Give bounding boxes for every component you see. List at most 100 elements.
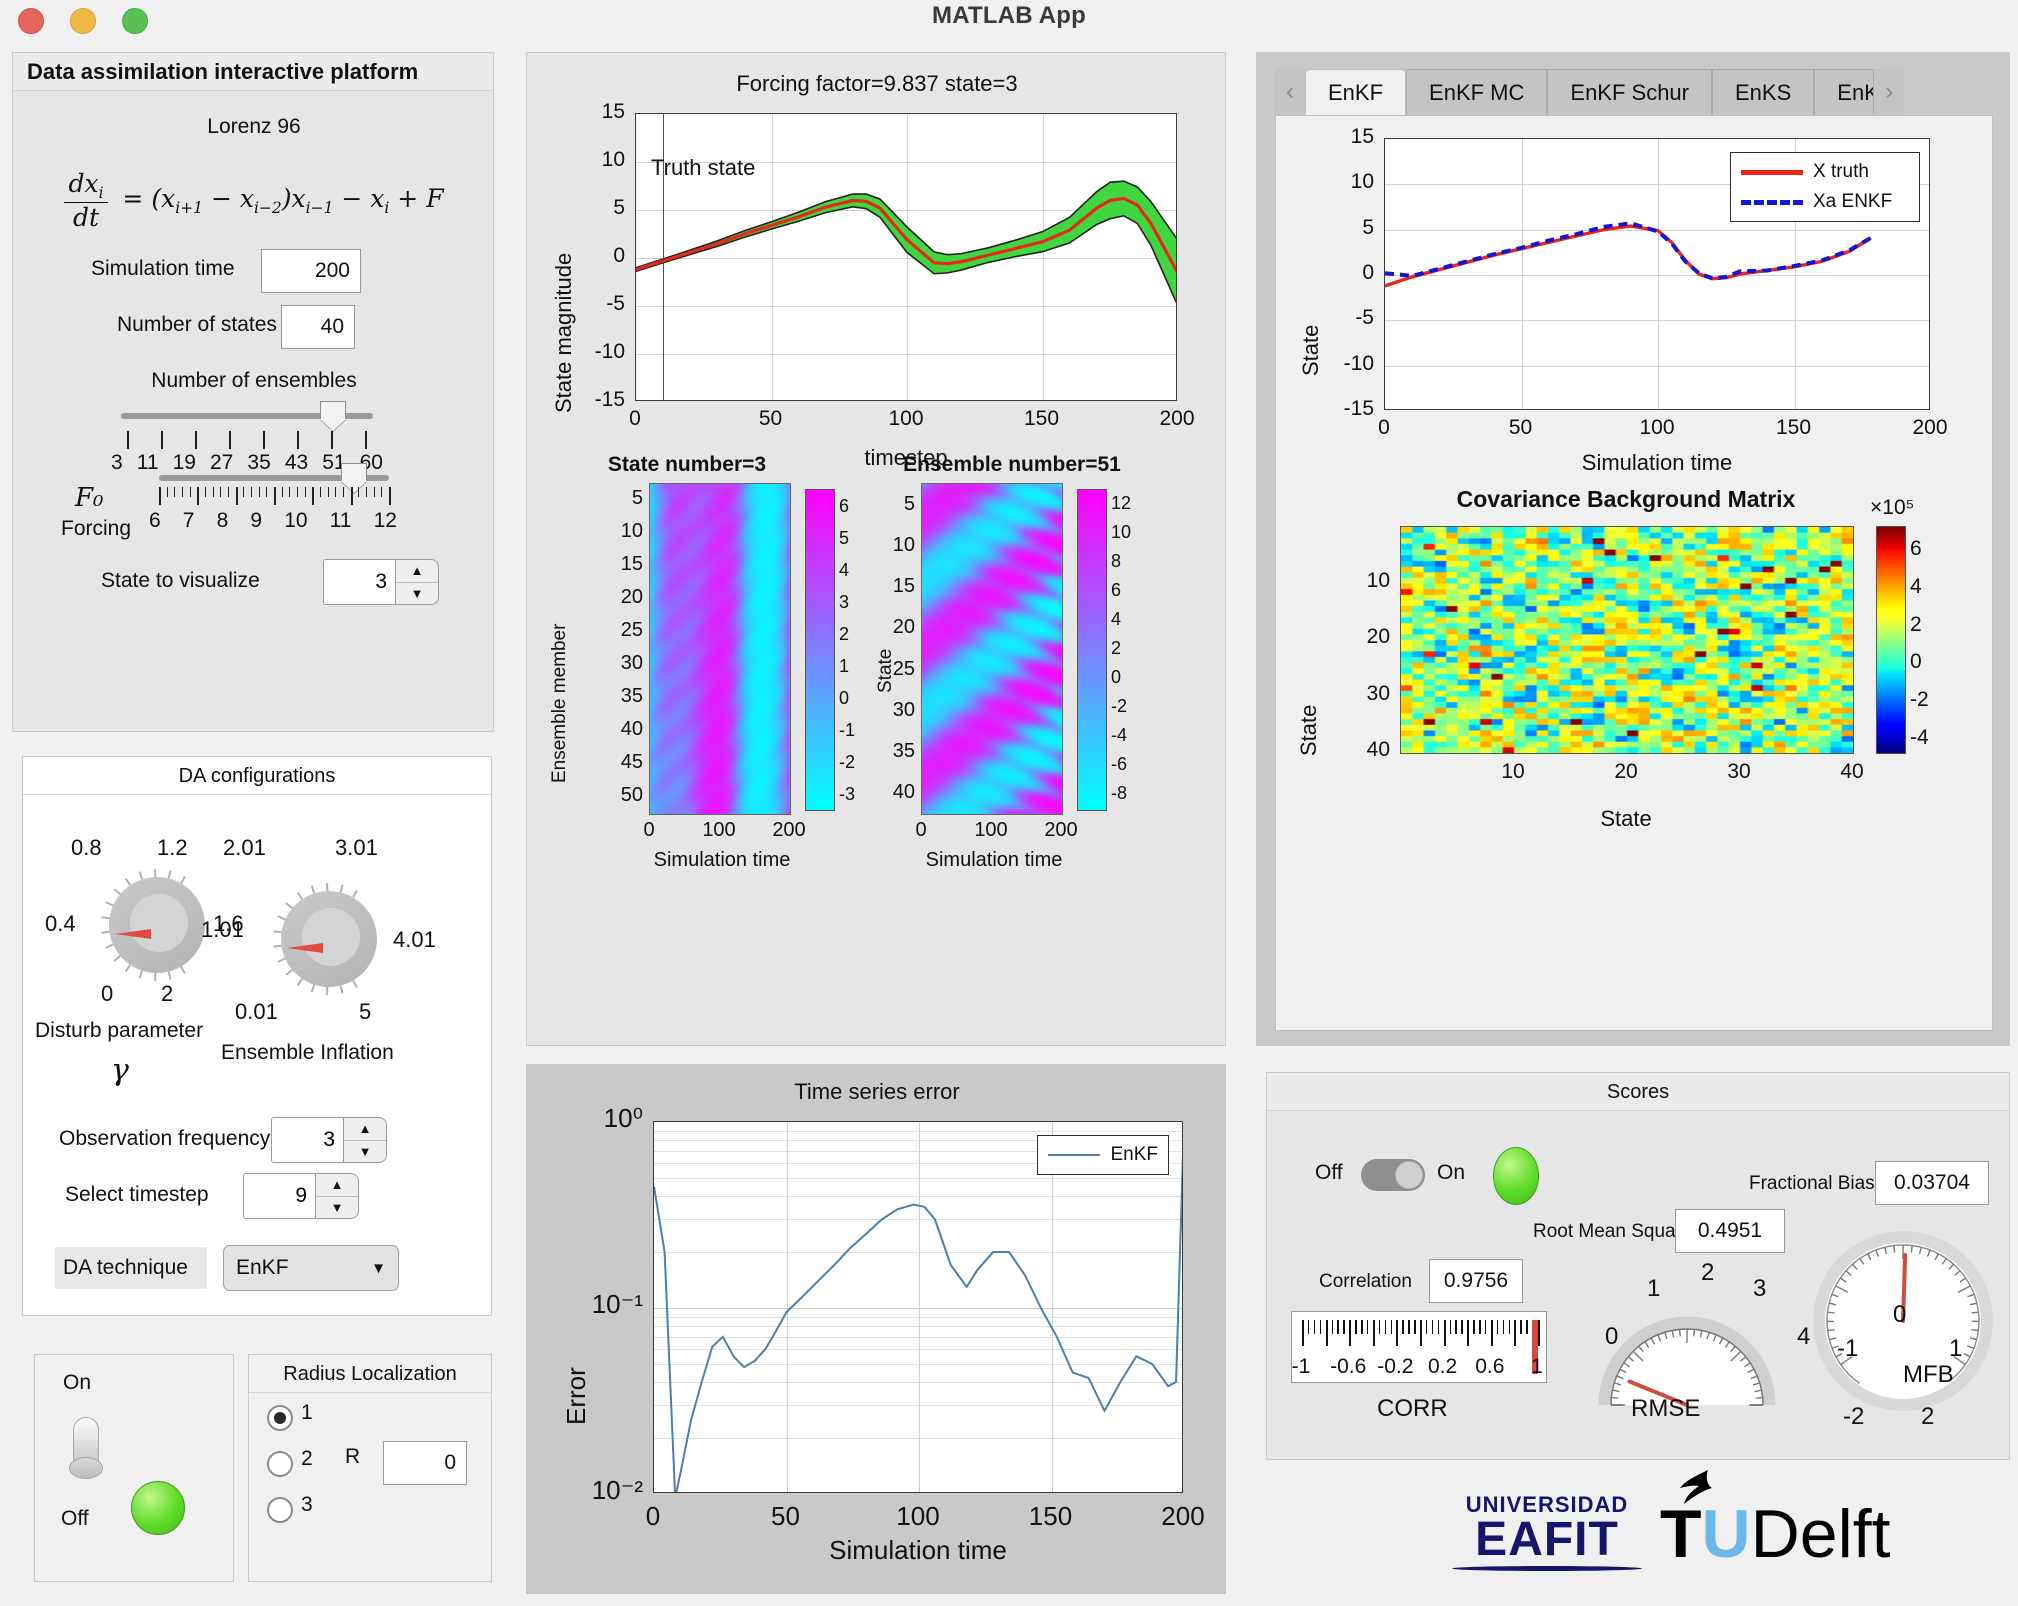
error-chart-ylabel: Error bbox=[561, 1367, 591, 1425]
radius-localization-panel: Radius Localization 1 2 3 R 0 bbox=[248, 1354, 492, 1582]
power-toggle-switch[interactable] bbox=[69, 1417, 103, 1487]
ensembles-slider-knob[interactable] bbox=[320, 401, 346, 431]
enkf-legend-truth-label: X truth bbox=[1813, 161, 1869, 182]
state-to-visualize-label: State to visualize bbox=[101, 569, 260, 592]
inflation-tick-4.01: 4.01 bbox=[393, 927, 436, 952]
da-technique-value: EnKF bbox=[236, 1256, 289, 1279]
select-timestep-decrement-icon[interactable]: ▼ bbox=[316, 1197, 358, 1219]
truth-chart-annotation: Truth state bbox=[651, 155, 756, 180]
simulation-time-input[interactable]: 200 bbox=[261, 249, 361, 293]
ensemble-inflation-knob[interactable] bbox=[273, 882, 377, 996]
forcing-tick-5: 11 bbox=[329, 509, 352, 532]
radius-r-input[interactable]: 0 bbox=[383, 1441, 467, 1485]
radius-radio-2[interactable] bbox=[267, 1451, 293, 1477]
enkf-legend-analysis-line-icon bbox=[1741, 199, 1803, 205]
app-title: MATLAB App bbox=[932, 2, 1086, 29]
observation-frequency-label: Observation frequency bbox=[59, 1127, 271, 1150]
fractional-bias-label: Fractional Bias bbox=[1749, 1173, 1875, 1194]
da-technique-dropdown[interactable]: EnKF ▼ bbox=[223, 1245, 399, 1291]
model-name-label: Lorenz 96 bbox=[207, 115, 301, 138]
tab-scroll-left-icon[interactable]: ‹ bbox=[1275, 69, 1305, 115]
disturb-tick-0.4: 0.4 bbox=[45, 911, 76, 936]
ensemble-number-heatmap[interactable] bbox=[921, 483, 1063, 815]
tab-enkf-mc[interactable]: EnKF MC bbox=[1406, 69, 1548, 115]
power-status-lamp bbox=[131, 1481, 185, 1535]
covariance-xlabel: State bbox=[1600, 806, 1652, 831]
observation-frequency-decrement-icon[interactable]: ▼ bbox=[344, 1141, 386, 1163]
disturb-parameter-label: Disturb parameter bbox=[35, 1019, 204, 1042]
radius-radio-1-label: 1 bbox=[301, 1401, 313, 1424]
disturb-parameter-knob[interactable] bbox=[101, 868, 205, 982]
forcing-tick-6: 12 bbox=[373, 509, 397, 532]
truth-chart-title: Forcing factor=9.837 state=3 bbox=[736, 71, 1018, 96]
error-chart-title: Time series error bbox=[794, 1079, 960, 1104]
radius-radio-3[interactable] bbox=[267, 1497, 293, 1523]
ensemble-heatmap-xlabel: Simulation time bbox=[925, 849, 1063, 871]
disturb-tick-0: 0 bbox=[101, 981, 114, 1006]
time-series-error-chart[interactable] bbox=[653, 1121, 1183, 1493]
ensembles-tick-1: 11 bbox=[136, 451, 159, 474]
title-bar: MATLAB App bbox=[0, 0, 2018, 40]
inflation-tick-3.01: 3.01 bbox=[335, 835, 378, 860]
tab-enkf[interactable]: EnKF bbox=[1305, 69, 1407, 115]
corr-gauge-label: CORR bbox=[1377, 1395, 1448, 1422]
disturb-tick-2: 2 bbox=[161, 981, 174, 1006]
covariance-background-matrix[interactable] bbox=[1400, 526, 1854, 754]
inflation-tick-0.01: 0.01 bbox=[235, 999, 278, 1024]
ensemble-inflation-label: Ensemble Inflation bbox=[221, 1041, 394, 1064]
results-tab-container: ‹ EnKF EnKF MC EnKF Schur EnKS EnKS › St… bbox=[1256, 52, 2010, 1046]
ensembles-tick-0: 3 bbox=[111, 451, 123, 474]
covariance-colorbar-exponent: ×10⁵ bbox=[1870, 496, 1915, 519]
forcing-tick-1: 7 bbox=[182, 509, 195, 532]
error-legend-line-icon bbox=[1048, 1154, 1101, 1156]
eafit-logo-line2: EAFIT bbox=[1475, 1513, 1619, 1566]
tab-scroll-right-icon[interactable]: › bbox=[1874, 69, 1905, 115]
state-to-visualize-stepper[interactable]: 3 ▲ ▼ bbox=[323, 559, 439, 605]
eafit-logo: UNIVERSIDAD EAFIT bbox=[1452, 1494, 1642, 1571]
ensembles-tick-2: 19 bbox=[172, 451, 196, 474]
state-to-visualize-increment-icon[interactable]: ▲ bbox=[396, 560, 438, 583]
error-chart-xlabel: Simulation time bbox=[829, 1535, 1007, 1565]
ensembles-slider-label: Number of ensembles bbox=[151, 369, 357, 392]
error-chart-legend: EnKF bbox=[1037, 1135, 1169, 1175]
simulation-time-label: Simulation time bbox=[91, 257, 235, 280]
power-off-label: Off bbox=[61, 1507, 89, 1530]
ensemble-heatmap-colorbar bbox=[1077, 489, 1107, 811]
tab-enks-2[interactable]: EnKS bbox=[1814, 69, 1875, 115]
radius-radio-1[interactable] bbox=[267, 1405, 293, 1431]
mfb-gauge-label: MFB bbox=[1903, 1361, 1954, 1388]
error-legend-label: EnKF bbox=[1110, 1144, 1158, 1165]
rmse-gauge-label: RMSE bbox=[1631, 1395, 1701, 1422]
da-configurations-title: DA configurations bbox=[23, 757, 491, 795]
observation-frequency-value[interactable]: 3 bbox=[271, 1117, 343, 1163]
disturb-tick-1.2: 1.2 bbox=[157, 835, 188, 860]
enkf-tab-panel: State -15 -10 -5 0 5 10 15 0 50 100 150 200 Simula… bbox=[1275, 115, 1993, 1031]
ensembles-tick-5: 43 bbox=[284, 451, 309, 474]
observation-frequency-stepper[interactable]: 3 ▲ ▼ bbox=[271, 1117, 387, 1163]
scores-toggle-switch[interactable] bbox=[1361, 1159, 1425, 1191]
select-timestep-stepper[interactable]: 9 ▲ ▼ bbox=[243, 1173, 359, 1219]
enkf-legend-truth-line-icon bbox=[1741, 169, 1803, 175]
observation-frequency-increment-icon[interactable]: ▲ bbox=[344, 1118, 386, 1141]
state-to-visualize-value[interactable]: 3 bbox=[323, 559, 395, 605]
state-heatmap-title: State number=3 bbox=[607, 453, 767, 476]
scores-panel-title: Scores bbox=[1267, 1073, 2009, 1111]
fractional-bias-value: 0.03704 bbox=[1875, 1161, 1989, 1205]
select-timestep-value[interactable]: 9 bbox=[243, 1173, 315, 1219]
number-of-states-input[interactable]: 40 bbox=[281, 305, 355, 349]
forcing-tick-4: 10 bbox=[284, 509, 308, 532]
correlation-value: 0.9756 bbox=[1429, 1259, 1523, 1303]
tab-enks[interactable]: EnKS bbox=[1712, 69, 1815, 115]
tudelft-flame-icon bbox=[1680, 1470, 1712, 1504]
ensembles-tick-3: 27 bbox=[210, 451, 234, 474]
number-of-states-label: Number of states bbox=[117, 313, 277, 336]
time-series-error-panel: Time series error Error 10⁰ 10⁻¹ 10⁻² 0 50 1… bbox=[526, 1064, 1226, 1594]
state-to-visualize-decrement-icon[interactable]: ▼ bbox=[396, 583, 438, 605]
select-timestep-increment-icon[interactable]: ▲ bbox=[316, 1174, 358, 1197]
tab-enkf-schur[interactable]: EnKF Schur bbox=[1547, 69, 1712, 115]
ensembles-slider-ticks bbox=[127, 431, 367, 449]
ensembles-tick-4: 35 bbox=[247, 451, 271, 474]
state-heatmap-ylabel: Ensemble member bbox=[549, 623, 570, 783]
state-number-heatmap[interactable] bbox=[649, 483, 791, 815]
eafit-logo-underline bbox=[1452, 1566, 1642, 1571]
